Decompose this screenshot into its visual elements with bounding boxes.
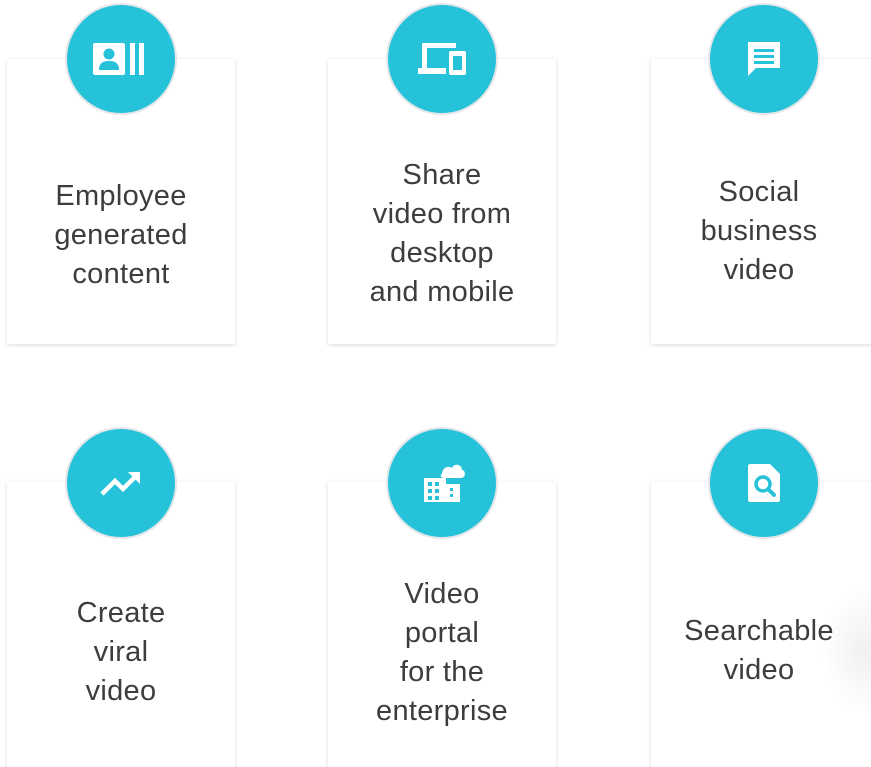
contact-card-icon [93,43,144,75]
feature-badge [65,3,177,115]
feature-badge [65,427,177,539]
feature-label: Social business video [700,176,818,286]
feature-badge [386,3,498,115]
feature-badge [386,427,498,539]
cloud-building-icon [424,464,465,502]
feature-label: Video portal for the enterprise [376,578,508,727]
feature-label: Share video from desktop and mobile [369,159,515,308]
document-search-icon [748,464,780,502]
trending-up-icon [100,472,140,496]
chat-message-icon [748,42,780,76]
devices-icon [418,43,466,75]
feature-badge [708,427,820,539]
feature-badge [708,3,820,115]
features-grid: Employee generated content Share video f… [0,0,871,767]
feature-label: Create viral video [76,597,166,707]
feature-label: Employee generated content [54,180,188,290]
